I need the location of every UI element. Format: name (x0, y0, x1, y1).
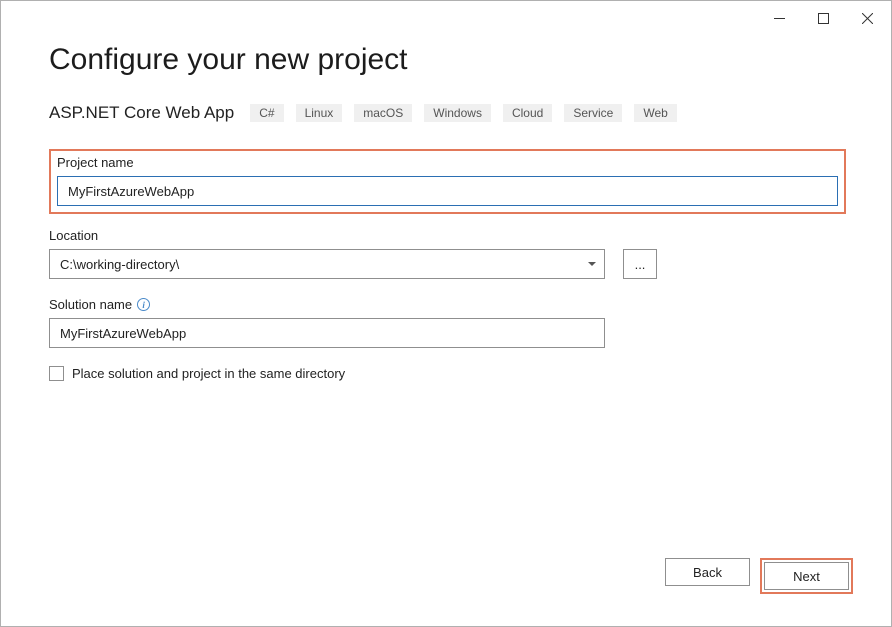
tag: Service (564, 104, 622, 122)
solution-name-input[interactable] (49, 318, 605, 348)
chevron-down-icon (588, 262, 596, 266)
same-directory-row: Place solution and project in the same d… (49, 366, 846, 381)
window-titlebar (1, 1, 891, 31)
location-group: Location C:\working-directory\ ... (49, 228, 846, 279)
solution-name-label: Solution name (49, 297, 846, 312)
close-icon (862, 13, 873, 24)
tag: Windows (424, 104, 491, 122)
tag: C# (250, 104, 283, 122)
next-button-highlight: Next (760, 558, 853, 594)
dialog-footer: Back Next (665, 558, 853, 594)
location-dropdown[interactable]: C:\working-directory\ (49, 249, 605, 279)
page-title: Configure your new project (49, 43, 846, 77)
project-name-label: Project name (57, 155, 838, 170)
minimize-icon (774, 13, 785, 24)
next-button[interactable]: Next (764, 562, 849, 590)
project-name-highlight: Project name (49, 149, 846, 214)
tag: Linux (296, 104, 343, 122)
maximize-icon (818, 13, 829, 24)
dialog-content: Configure your new project ASP.NET Core … (1, 31, 891, 381)
info-icon[interactable] (137, 298, 150, 311)
close-button[interactable] (845, 6, 889, 30)
tag: Cloud (503, 104, 552, 122)
same-directory-checkbox[interactable] (49, 366, 64, 381)
template-row: ASP.NET Core Web App C# Linux macOS Wind… (49, 103, 846, 123)
tag: macOS (354, 104, 412, 122)
solution-name-label-text: Solution name (49, 297, 132, 312)
location-label: Location (49, 228, 846, 243)
browse-button[interactable]: ... (623, 249, 657, 279)
back-button[interactable]: Back (665, 558, 750, 586)
solution-name-group: Solution name (49, 297, 846, 348)
tag: Web (634, 104, 676, 122)
template-name: ASP.NET Core Web App (49, 103, 234, 123)
same-directory-label: Place solution and project in the same d… (72, 366, 345, 381)
project-name-input[interactable] (57, 176, 838, 206)
minimize-button[interactable] (757, 6, 801, 30)
maximize-button[interactable] (801, 6, 845, 30)
location-value: C:\working-directory\ (60, 257, 179, 272)
